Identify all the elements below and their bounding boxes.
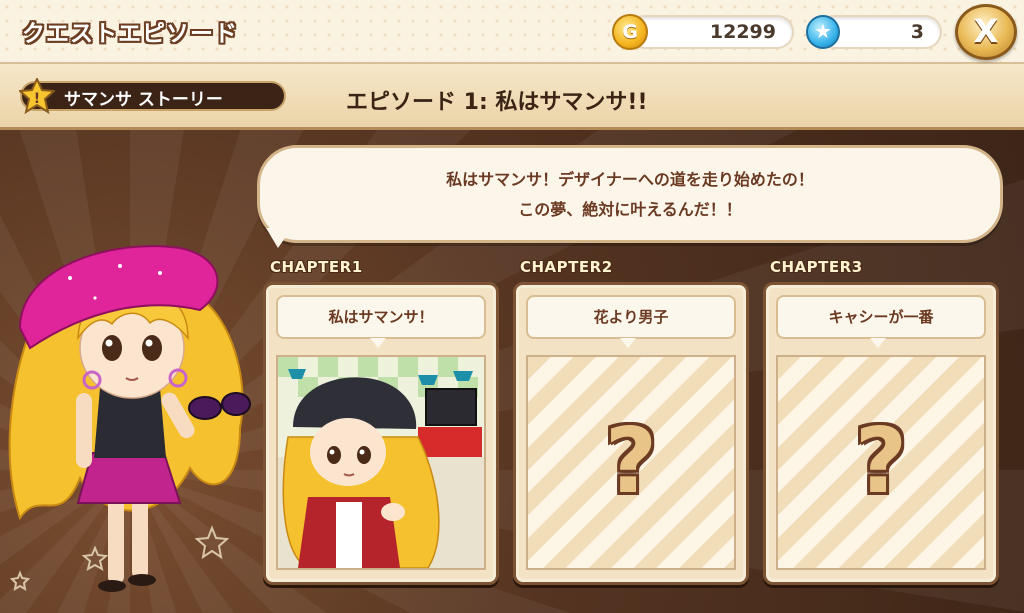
episode-title: エピソード 1: 私はサマンサ!! bbox=[346, 90, 648, 115]
question-mark-icon: ? bbox=[854, 409, 908, 514]
chapter-3-card[interactable]: キャシーが一番 ? bbox=[763, 282, 999, 585]
chapter-1-label: CHAPTER1 bbox=[270, 258, 363, 276]
question-mark-icon: ? bbox=[604, 409, 658, 514]
story-star-icon: ! bbox=[19, 78, 55, 114]
chapter-2-card[interactable]: 花より男子 ? bbox=[513, 282, 749, 585]
chapter-3-label: CHAPTER3 bbox=[770, 258, 863, 276]
dialog-line-1: 私はサマンサ！デザイナーへの道を走り始めたの！ bbox=[446, 170, 814, 189]
gold-counter: 12299 bbox=[628, 15, 794, 49]
chapter-3-locked-thumbnail: ? bbox=[776, 355, 986, 570]
chapter-1-thumbnail bbox=[276, 355, 486, 570]
chapter-1-scene-image bbox=[278, 357, 484, 568]
samantha-character bbox=[8, 245, 251, 592]
chapter-3-title-tail bbox=[870, 338, 886, 348]
dialog-bubble: 私はサマンサ！デザイナーへの道を走り始めたの！ この夢、絶対に叶えるんだ！！ bbox=[257, 145, 1003, 243]
chapter-1-card[interactable]: 私はサマンサ！ bbox=[263, 282, 499, 585]
story-label: サマンサ ストーリー bbox=[64, 90, 223, 110]
star-icon: ★ bbox=[806, 15, 840, 49]
dialog-bubble-tail bbox=[266, 228, 292, 248]
chapter-2-locked-thumbnail: ? bbox=[526, 355, 736, 570]
svg-text:!: ! bbox=[34, 91, 40, 107]
chapter-2-title: 花より男子 bbox=[526, 295, 736, 339]
top-bar: クエストエピソード 12299 G 3 ★ X bbox=[0, 0, 1024, 64]
chapter-3-title: キャシーが一番 bbox=[776, 295, 986, 339]
chapter-2-label: CHAPTER2 bbox=[520, 258, 613, 276]
gold-coin-icon: G bbox=[612, 14, 648, 50]
screen-title: クエストエピソード bbox=[22, 21, 238, 47]
chapter-1-title: 私はサマンサ！ bbox=[276, 295, 486, 339]
episode-header: ! サマンサ ストーリー エピソード 1: 私はサマンサ!! bbox=[0, 64, 1024, 130]
chapter-2-title-tail bbox=[620, 338, 636, 348]
dialog-line-2: この夢、絶対に叶えるんだ！！ bbox=[518, 200, 742, 219]
chapter-1-title-tail bbox=[370, 338, 386, 348]
close-button[interactable]: X bbox=[955, 4, 1017, 60]
